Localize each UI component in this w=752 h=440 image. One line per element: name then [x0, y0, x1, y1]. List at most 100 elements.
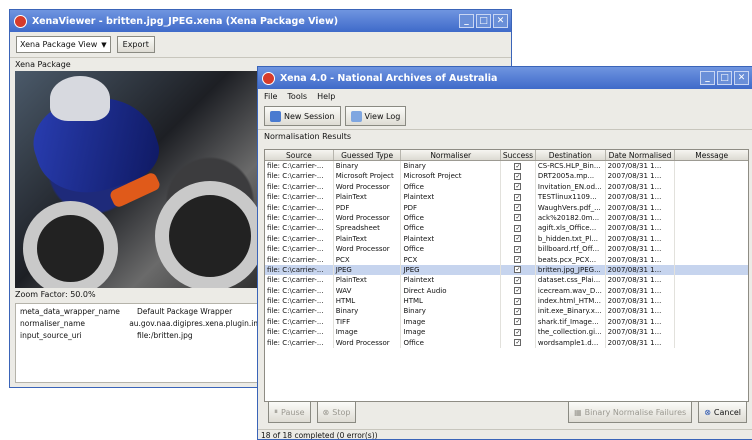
row-normaliser: Office [401, 223, 502, 234]
row-normaliser: Microsoft Project [401, 171, 502, 182]
viewer-titlebar[interactable]: XenaViewer - britten.jpg_JPEG.xena (Xena… [10, 10, 511, 32]
results-section-label: Normalisation Results [258, 129, 752, 142]
table-row[interactable]: file: C:\carrier-... Binary Binary ✓ init.ex… [265, 306, 748, 317]
row-normaliser: PCX [401, 254, 502, 265]
pause-button[interactable]: ⏸ Pause [268, 401, 311, 423]
property-row[interactable]: normaliser_name au.gov.naa.digipres.xena.… [20, 319, 270, 331]
row-guessed-type: Image [334, 327, 402, 338]
row-message [675, 327, 748, 337]
menu-tools[interactable]: Tools [287, 92, 307, 101]
row-date: 2007/08/31 1... [606, 212, 676, 224]
row-normaliser: JPEG [401, 264, 502, 276]
main-titlebar[interactable]: Xena 4.0 - National Archives of Australi… [258, 67, 752, 89]
minimize-icon[interactable]: _ [459, 14, 474, 28]
row-source: file: C:\carrier-... [265, 233, 334, 245]
success-checkbox: ✓ [514, 307, 522, 315]
table-row[interactable]: file: C:\carrier-... HTML HTML ✓ index.html_… [265, 296, 748, 307]
row-success: ✓ [501, 337, 536, 349]
menu-help[interactable]: Help [317, 92, 335, 101]
table-row[interactable]: file: C:\carrier-... TIFF Image ✓ shark.tif_… [265, 316, 748, 328]
row-guessed-type: Word Processor [334, 212, 402, 224]
row-normaliser: PDF [401, 202, 502, 213]
row-guessed-type: PlainText [334, 192, 402, 203]
table-row[interactable]: file: C:\carrier-... PlainText Plaintext ✓ b… [265, 233, 748, 245]
row-message [675, 265, 748, 275]
pause-label: Pause [281, 407, 305, 417]
row-success: ✓ [501, 254, 536, 265]
export-label: Export [122, 40, 149, 49]
row-normaliser: Image [401, 316, 502, 328]
column-header-source[interactable]: Source [265, 150, 334, 160]
column-header-guessed-type[interactable]: Guessed Type [334, 150, 402, 160]
new-session-button[interactable]: New Session [264, 106, 341, 126]
success-checkbox: ✓ [514, 256, 522, 264]
row-normaliser: Binary [401, 161, 502, 172]
close-icon[interactable]: ✕ [734, 71, 749, 85]
table-row[interactable]: file: C:\carrier-... Word Processor Office… [265, 337, 748, 349]
cancel-button[interactable]: ⊗ Cancel [698, 401, 747, 423]
row-destination: b_hidden.txt_Pl... [536, 233, 606, 245]
table-row[interactable]: file: C:\carrier-... PCX PCX ✓ beats.pcx_PCX… [265, 254, 748, 265]
view-log-label: View Log [364, 111, 401, 121]
property-row[interactable]: input_source_uri file:/britten.jpg [20, 331, 270, 343]
table-row[interactable]: file: C:\carrier-... Image Image ✓ the_colle… [265, 327, 748, 338]
main-title: Xena 4.0 - National Archives of Australi… [280, 72, 498, 84]
property-key: normaliser_name [20, 319, 85, 328]
table-row[interactable]: file: C:\carrier-... Word Processor Office… [265, 244, 748, 255]
maximize-icon[interactable]: □ [717, 71, 732, 85]
row-normaliser: HTML [401, 296, 502, 307]
column-header-normaliser[interactable]: Normaliser [401, 150, 502, 160]
row-source: file: C:\carrier-... [265, 161, 334, 172]
table-row[interactable]: file: C:\carrier-... PDF PDF ✓ WaughVers.pdf… [265, 202, 748, 213]
minimize-icon[interactable]: _ [700, 71, 715, 85]
success-checkbox: ✓ [514, 245, 522, 253]
column-header-date-normalised[interactable]: Date Normalised [606, 150, 676, 160]
row-destination: CS-RCS.HLP_Bin... [536, 161, 606, 172]
row-success: ✓ [501, 171, 536, 182]
table-row[interactable]: file: C:\carrier-... WAV Direct Audio ✓ icec… [265, 285, 748, 297]
row-source: file: C:\carrier-... [265, 327, 334, 338]
success-checkbox: ✓ [514, 276, 522, 284]
menubar: File Tools Help [258, 89, 752, 103]
row-date: 2007/08/31 1... [606, 316, 676, 328]
row-guessed-type: Spreadsheet [334, 223, 402, 234]
row-date: 2007/08/31 1... [606, 244, 676, 255]
table-row[interactable]: file: C:\carrier-... Microsoft Project Mic… [265, 171, 748, 182]
export-button[interactable]: Export [116, 36, 155, 53]
binary-normalise-failures-button[interactable]: ▦ Binary Normalise Failures [568, 401, 693, 423]
table-row[interactable]: file: C:\carrier-... PlainText Plaintext ✓ d… [265, 275, 748, 286]
row-normaliser: Office [401, 181, 502, 193]
table-row[interactable]: file: C:\carrier-... Binary Binary ✓ CS-RCS.… [265, 161, 748, 172]
table-row[interactable]: file: C:\carrier-... Spreadsheet Office ✓ ag… [265, 223, 748, 234]
table-row[interactable]: file: C:\carrier-... PlainText Plaintext ✓ T… [265, 192, 748, 203]
row-source: file: C:\carrier-... [265, 306, 334, 317]
row-guessed-type: WAV [334, 285, 402, 297]
view-log-button[interactable]: View Log [344, 106, 407, 126]
row-success: ✓ [501, 212, 536, 224]
maximize-icon[interactable]: □ [476, 14, 491, 28]
view-select[interactable]: Xena Package View ▼ [16, 36, 111, 53]
column-header-success[interactable]: Success [501, 150, 536, 160]
success-checkbox: ✓ [514, 287, 522, 295]
success-checkbox: ✓ [514, 297, 522, 305]
property-row[interactable]: meta_data_wrapper_name Default Package Wr… [20, 307, 270, 319]
success-checkbox: ✓ [514, 339, 522, 347]
row-guessed-type: Word Processor [334, 181, 402, 193]
menu-file[interactable]: File [264, 92, 277, 101]
close-icon[interactable]: ✕ [493, 14, 508, 28]
row-guessed-type: Binary [334, 161, 402, 172]
row-destination: dataset.css_Plai... [536, 275, 606, 286]
column-header-destination[interactable]: Destination [536, 150, 606, 160]
table-header: Source Guessed Type Normaliser Success D… [265, 150, 748, 161]
action-bar: ⏸ Pause ⊗ Stop ▦ Binary Normalise Failur… [258, 397, 752, 427]
stop-button[interactable]: ⊗ Stop [316, 401, 357, 423]
table-row[interactable]: file: C:\carrier-... Word Processor Office… [265, 212, 748, 224]
table-row[interactable]: file: C:\carrier-... JPEG JPEG ✓ britten.jpg… [265, 264, 748, 276]
column-header-message[interactable]: Message [675, 150, 748, 160]
table-row[interactable]: file: C:\carrier-... Word Processor Office… [265, 181, 748, 193]
row-destination: beats.pcx_PCX... [536, 254, 606, 265]
row-destination: Invitation_EN.od... [536, 181, 606, 193]
image-shape [23, 201, 118, 288]
row-message [675, 306, 748, 316]
row-normaliser: Office [401, 212, 502, 224]
